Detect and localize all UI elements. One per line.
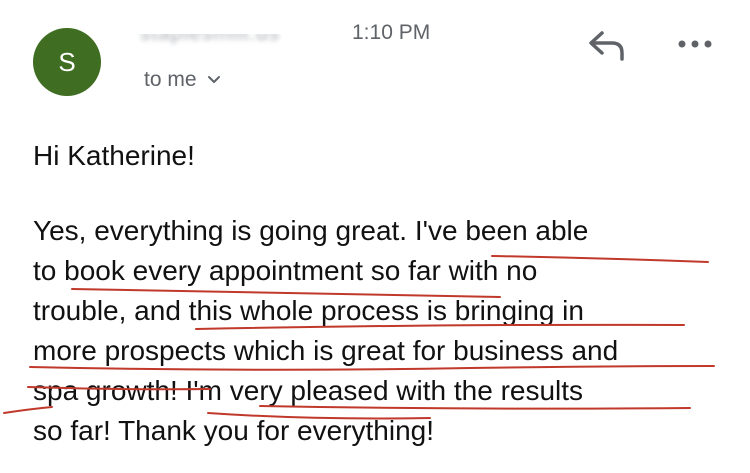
message-time: 1:10 PM xyxy=(352,21,431,44)
more-options-button[interactable] xyxy=(674,32,716,56)
reply-button[interactable] xyxy=(584,28,630,62)
body-line: Yes, everything is going great. I've bee… xyxy=(33,215,589,246)
body-line: spa growth! I'm very pleased with the re… xyxy=(33,375,584,406)
more-horizontal-icon xyxy=(678,40,712,48)
sender-redaction-mask xyxy=(132,14,342,34)
recipient-details-toggle[interactable]: to me xyxy=(144,68,221,92)
recipient-label: to me xyxy=(144,68,197,91)
chevron-down-icon xyxy=(207,76,220,83)
email-view: S staplesmill.us 1:10 PM to me Hi Kather… xyxy=(0,0,750,473)
message-body: Yes, everything is going great. I've bee… xyxy=(33,211,733,451)
body-line: so far! Thank you for everything! xyxy=(33,415,435,446)
body-line: more prospects which is great for busine… xyxy=(33,335,619,366)
message-greeting: Hi Katherine! xyxy=(33,140,195,171)
sender-avatar[interactable]: S xyxy=(33,28,101,96)
body-line: to book every appointment so far with no xyxy=(33,255,538,286)
body-line: trouble, and this whole process is bring… xyxy=(33,295,584,326)
avatar-letter: S xyxy=(58,46,76,77)
reply-icon xyxy=(589,31,624,61)
